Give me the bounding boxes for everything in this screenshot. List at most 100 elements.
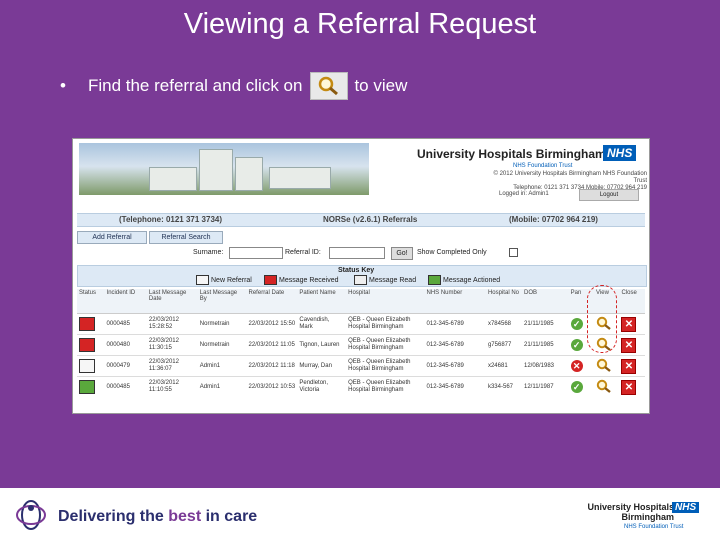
cell-hospital-no: x784568 [485,313,522,335]
cell-patient-name: Murray, Dan [297,355,347,377]
status-key-item: New Referral [196,275,252,285]
cell-dob: 21/11/1985 [521,313,569,335]
telephone-text: (Telephone: 0121 371 3734) [119,215,223,224]
cell-hospital-no: x24681 [485,355,522,377]
footer-trust: NHS Foundation Trust [624,524,684,530]
surname-label: Surname: [193,249,224,256]
cell-last-message-date: 22/03/2012 15:28:52 [146,313,198,335]
tab-add-referral[interactable]: Add Referral [77,231,147,244]
slide-title: Viewing a Referral Request [183,8,537,40]
view-magnifier-icon[interactable] [596,358,612,374]
instruction-text-after: to view [354,76,408,95]
cell-hospital: QEB - Queen Elizabeth Hospital Birmingha… [346,313,425,335]
logout-button[interactable]: Logout [579,189,639,201]
cell-hospital-no: k334-567 [485,376,522,397]
cell-referral-date: 22/03/2012 11:05 [246,334,298,356]
cell-last-message-by: Normetrain [197,334,247,356]
referral-id-input[interactable] [329,247,385,259]
logged-in-text: Logged in: Admin1 [499,191,549,197]
cell-dob: 12/08/1983 [521,355,569,377]
go-button[interactable]: Go! [391,247,413,260]
cell-incident-id: 0000479 [104,355,147,377]
status-message-received-icon [79,317,95,331]
status-key-item: Message Received [264,275,339,285]
envelope-open-icon [354,275,367,285]
app-screenshot: University Hospitals Birmingham NHS NHS … [72,138,650,414]
show-completed-label: Show Completed Only [417,249,487,256]
cell-incident-id: 0000480 [104,334,147,356]
cell-referral-date: 22/03/2012 10:53 [246,376,298,397]
cell-hospital-no: g756877 [485,334,522,356]
cell-nhs-number: 012-345-6789 [424,334,486,356]
table-row: 0000480 22/03/2012 11:30:15 Normetrain 2… [77,334,645,356]
bullet-dot: • [60,76,66,95]
status-message-actioned-icon [79,380,95,394]
pan-ok-icon: ✓ [570,318,583,330]
pan-ok-icon: ✓ [570,339,583,351]
footer-tagline: Delivering the best in care [58,508,258,525]
table-row: 0000485 22/03/2012 15:28:52 Normetrain 2… [77,313,645,335]
envelope-green-icon [428,275,441,285]
column-header: DOB [521,289,569,314]
envelope-icon [196,275,209,285]
cell-incident-id: 0000485 [104,376,147,397]
pan-fail-icon: ✕ [570,360,583,372]
cell-patient-name: Tignon, Lauren [297,334,347,356]
hospital-photo [79,143,369,195]
table-header-row: Status Incident ID Last Message Date Las… [77,289,645,314]
close-referral-icon[interactable]: ✕ [621,337,637,353]
cell-dob: 21/11/1985 [521,334,569,356]
table-row: 0000479 22/03/2012 11:36:07 Admin1 22/03… [77,355,645,377]
view-column-highlight [587,285,617,353]
footer-org-name: University Hospitals Birmingham [587,502,674,522]
show-completed-checkbox[interactable] [509,248,518,257]
instruction-bullet: • Find the referral and click on to view [60,72,407,100]
cell-nhs-number: 012-345-6789 [424,355,486,377]
cell-last-message-by: Normetrain [197,313,247,335]
close-referral-icon[interactable]: ✕ [621,316,637,332]
cell-hospital: QEB - Queen Elizabeth Hospital Birmingha… [346,334,425,356]
cell-last-message-date: 22/03/2012 11:10:55 [146,376,198,397]
trust-name: NHS Foundation Trust [513,163,573,169]
status-key-item: Message Read [354,275,416,285]
cell-patient-name: Pendleton, Victoria [297,376,347,397]
footer-nhs-logo: NHS [672,502,700,513]
column-header: Incident ID [104,289,147,314]
cell-last-message-date: 22/03/2012 11:36:07 [146,355,198,377]
org-name: University Hospitals Birmingham [417,147,606,161]
column-header: Status [77,289,105,314]
slide-footer: Delivering the best in care University H… [0,488,720,540]
status-message-received-icon [79,338,95,352]
cell-nhs-number: 012-345-6789 [424,376,486,397]
cell-hospital: QEB - Queen Elizabeth Hospital Birmingha… [346,376,425,397]
referral-id-label: Referral ID: [285,249,321,256]
magnifier-icon [310,72,349,100]
app-header: University Hospitals Birmingham NHS NHS … [73,139,649,205]
close-referral-icon[interactable]: ✕ [621,358,637,374]
mobile-text: (Mobile: 07702 964 219) [509,215,598,224]
column-header: Patient Name [297,289,347,314]
column-header: NHS Number [424,289,486,314]
contact-line-1: © 2012 University Hospitals Birmingham N… [493,171,648,184]
swirl-logo-icon [16,500,46,530]
view-magnifier-icon[interactable] [596,379,612,395]
cell-incident-id: 0000485 [104,313,147,335]
cell-dob: 12/11/1987 [521,376,569,397]
surname-input[interactable] [229,247,283,259]
referrals-table: Status Incident ID Last Message Date Las… [77,289,645,397]
cell-referral-date: 22/03/2012 11:18 [246,355,298,377]
close-referral-icon[interactable]: ✕ [621,379,637,395]
column-header: Close [619,289,645,314]
column-header: Last Message Date [146,289,198,314]
app-info-bar: (Telephone: 0121 371 3734) NORSe (v2.6.1… [77,213,645,227]
cell-referral-date: 22/03/2012 15:50 [246,313,298,335]
column-header: Hospital [346,289,425,314]
cell-nhs-number: 012-345-6789 [424,313,486,335]
cell-last-message-by: Admin1 [197,376,247,397]
column-header: Last Message By [197,289,247,314]
nhs-logo: NHS [603,145,637,161]
search-form: Surname: Referral ID: Go! Show Completed… [77,247,645,261]
table-row: 0000485 22/03/2012 11:10:55 Admin1 22/03… [77,376,645,397]
cell-hospital: QEB - Queen Elizabeth Hospital Birmingha… [346,355,425,377]
tab-referral-search[interactable]: Referral Search [149,231,223,244]
